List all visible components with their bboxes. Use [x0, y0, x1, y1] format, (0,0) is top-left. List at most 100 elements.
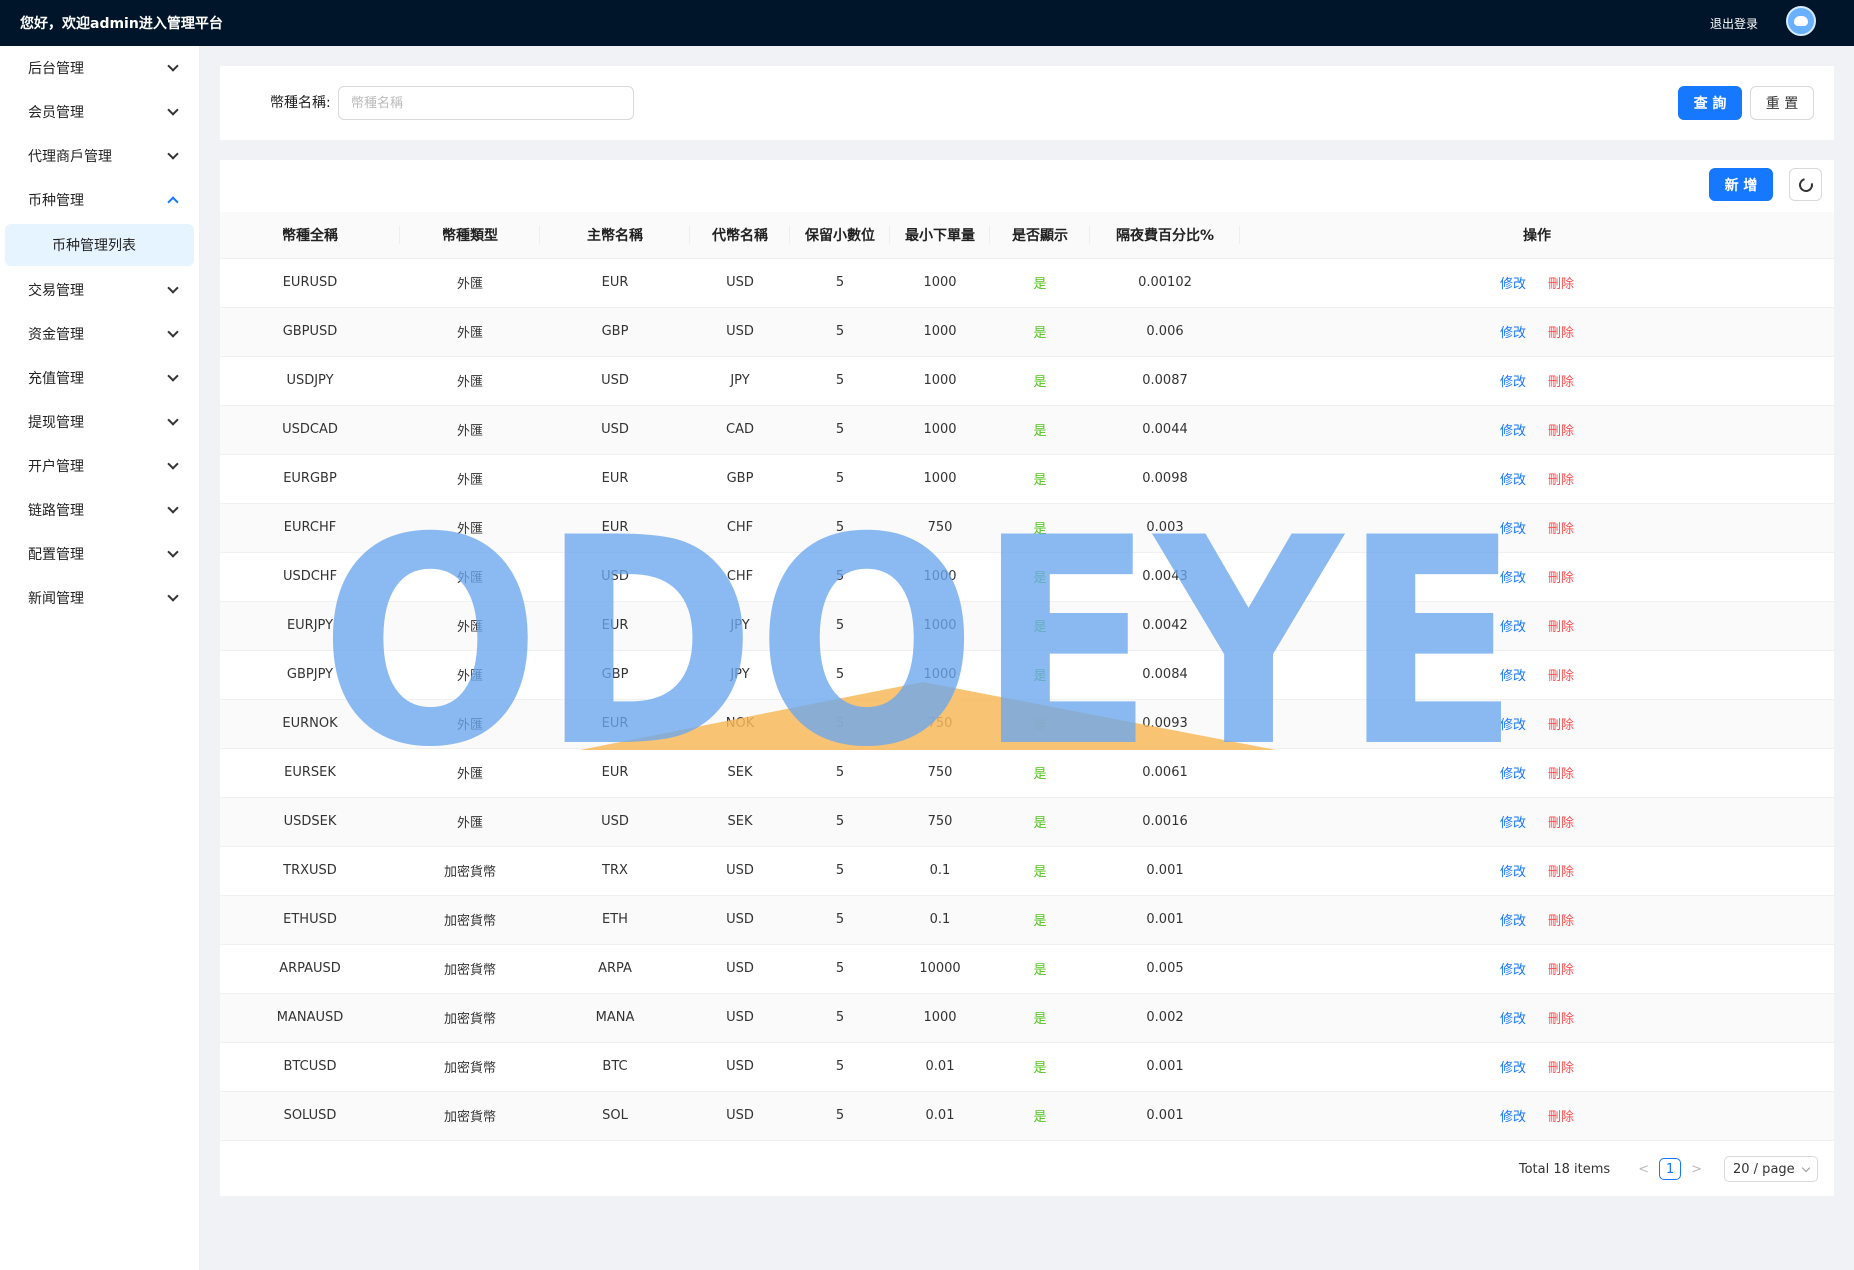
sidebar-item-agents[interactable]: 代理商戶管理 [0, 134, 199, 178]
table-row: TRXUSD 加密貨幣 TRX USD 5 0.1 是 0.001 修改 刪除 [220, 846, 1834, 896]
page-size-select[interactable]: 20 / page [1724, 1156, 1818, 1182]
delete-link[interactable]: 刪除 [1548, 1061, 1574, 1076]
cell-actions: 修改 刪除 [1240, 846, 1834, 896]
delete-link[interactable]: 刪除 [1548, 620, 1574, 635]
delete-link[interactable]: 刪除 [1548, 522, 1574, 537]
cell-decimals: 5 [790, 748, 890, 798]
cell-type: 外匯 [400, 552, 540, 602]
delete-link[interactable]: 刪除 [1548, 718, 1574, 733]
edit-link[interactable]: 修改 [1500, 1012, 1526, 1027]
cell-show: 是 [990, 1091, 1090, 1141]
refresh-icon[interactable] [1789, 168, 1822, 201]
sidebar-item-backend[interactable]: 后台管理 [0, 46, 199, 90]
cell-show: 是 [990, 993, 1090, 1043]
edit-link[interactable]: 修改 [1500, 277, 1526, 292]
page-number[interactable]: 1 [1659, 1158, 1682, 1180]
delete-link[interactable]: 刪除 [1548, 865, 1574, 880]
cell-actions: 修改 刪除 [1240, 895, 1834, 945]
cell-min: 1000 [890, 356, 990, 406]
cell-type: 外匯 [400, 601, 540, 651]
delete-link[interactable]: 刪除 [1548, 277, 1574, 292]
edit-link[interactable]: 修改 [1500, 424, 1526, 439]
edit-link[interactable]: 修改 [1500, 816, 1526, 831]
edit-link[interactable]: 修改 [1500, 865, 1526, 880]
edit-link[interactable]: 修改 [1500, 1110, 1526, 1125]
sidebar-item-currency[interactable]: 币种管理 [0, 178, 199, 222]
query-button[interactable]: 查 詢 [1678, 86, 1742, 120]
cell-actions: 修改 刪除 [1240, 601, 1834, 651]
sidebar-item-withdraw[interactable]: 提现管理 [0, 400, 199, 444]
delete-link[interactable]: 刪除 [1548, 571, 1574, 586]
edit-link[interactable]: 修改 [1500, 767, 1526, 782]
edit-link[interactable]: 修改 [1500, 571, 1526, 586]
cell-main: USD [540, 797, 690, 847]
cell-decimals: 5 [790, 699, 890, 749]
sidebar-item-label: 新闻管理 [28, 591, 84, 607]
delete-link[interactable]: 刪除 [1548, 963, 1574, 978]
cell-main: EUR [540, 601, 690, 651]
reset-button[interactable]: 重 置 [1750, 86, 1814, 120]
logout-link[interactable]: 退出登录 [1710, 15, 1758, 32]
cell-min: 1000 [890, 993, 990, 1043]
delete-link[interactable]: 刪除 [1548, 767, 1574, 782]
sidebar-item-news[interactable]: 新闻管理 [0, 576, 199, 620]
cell-full: EURUSD [220, 258, 400, 308]
edit-link[interactable]: 修改 [1500, 1061, 1526, 1076]
edit-link[interactable]: 修改 [1500, 718, 1526, 733]
sidebar-item-links[interactable]: 链路管理 [0, 488, 199, 532]
cell-main: SOL [540, 1091, 690, 1141]
cell-token: JPY [690, 356, 790, 406]
cell-main: ARPA [540, 944, 690, 994]
cell-full: USDCHF [220, 552, 400, 602]
cell-actions: 修改 刪除 [1240, 993, 1834, 1043]
delete-link[interactable]: 刪除 [1548, 326, 1574, 341]
delete-link[interactable]: 刪除 [1548, 375, 1574, 390]
search-panel: 幣種名稱: 查 詢 重 置 [220, 66, 1834, 140]
cell-fee: 0.0042 [1090, 601, 1240, 651]
edit-link[interactable]: 修改 [1500, 375, 1526, 390]
delete-link[interactable]: 刪除 [1548, 1110, 1574, 1125]
delete-link[interactable]: 刪除 [1548, 669, 1574, 684]
cell-show: 是 [990, 503, 1090, 553]
edit-link[interactable]: 修改 [1500, 669, 1526, 684]
chevron-left-icon[interactable]: < [1638, 1162, 1649, 1177]
total-count: Total 18 items [1518, 1161, 1611, 1177]
sidebar-item-account-opening[interactable]: 开户管理 [0, 444, 199, 488]
cell-type: 外匯 [400, 307, 540, 357]
table-header-row: 幣種全稱 幣種類型 主幣名稱 代幣名稱 保留小數位 最小下單量 是否顯示 隔夜費… [220, 212, 1834, 259]
cell-main: BTC [540, 1042, 690, 1092]
sidebar-item-members[interactable]: 会员管理 [0, 90, 199, 134]
cell-min: 1000 [890, 307, 990, 357]
edit-link[interactable]: 修改 [1500, 522, 1526, 537]
cell-fee: 0.001 [1090, 1091, 1240, 1141]
table-row: EURJPY 外匯 EUR JPY 5 1000 是 0.0042 修改 刪除 [220, 601, 1834, 651]
add-button[interactable]: 新 增 [1709, 168, 1773, 201]
robot-avatar-icon[interactable] [1786, 6, 1816, 36]
sidebar-item-funds[interactable]: 资金管理 [0, 312, 199, 356]
edit-link[interactable]: 修改 [1500, 914, 1526, 929]
cell-full: MANAUSD [220, 993, 400, 1043]
edit-link[interactable]: 修改 [1500, 473, 1526, 488]
cell-full: EURNOK [220, 699, 400, 749]
currency-name-input[interactable] [338, 86, 634, 120]
delete-link[interactable]: 刪除 [1548, 424, 1574, 439]
edit-link[interactable]: 修改 [1500, 326, 1526, 341]
sidebar-item-trading[interactable]: 交易管理 [0, 268, 199, 312]
chevron-right-icon[interactable]: > [1691, 1162, 1702, 1177]
delete-link[interactable]: 刪除 [1548, 914, 1574, 929]
sidebar-item-deposit[interactable]: 充值管理 [0, 356, 199, 400]
cell-fee: 0.0098 [1090, 454, 1240, 504]
cell-full: EURJPY [220, 601, 400, 651]
cell-fee: 0.001 [1090, 1042, 1240, 1092]
edit-link[interactable]: 修改 [1500, 620, 1526, 635]
delete-link[interactable]: 刪除 [1548, 473, 1574, 488]
cell-token: USD [690, 944, 790, 994]
cell-actions: 修改 刪除 [1240, 650, 1834, 700]
sidebar-item-config[interactable]: 配置管理 [0, 532, 199, 576]
delete-link[interactable]: 刪除 [1548, 1012, 1574, 1027]
cell-full: EURGBP [220, 454, 400, 504]
edit-link[interactable]: 修改 [1500, 963, 1526, 978]
sidebar-subitem-currency-list[interactable]: 币种管理列表 [5, 224, 194, 266]
delete-link[interactable]: 刪除 [1548, 816, 1574, 831]
currency-table-card: 新 增 幣種全稱 幣種類型 主幣名稱 代幣名稱 保留小數位 最小下單量 是否顯示… [220, 160, 1834, 1196]
